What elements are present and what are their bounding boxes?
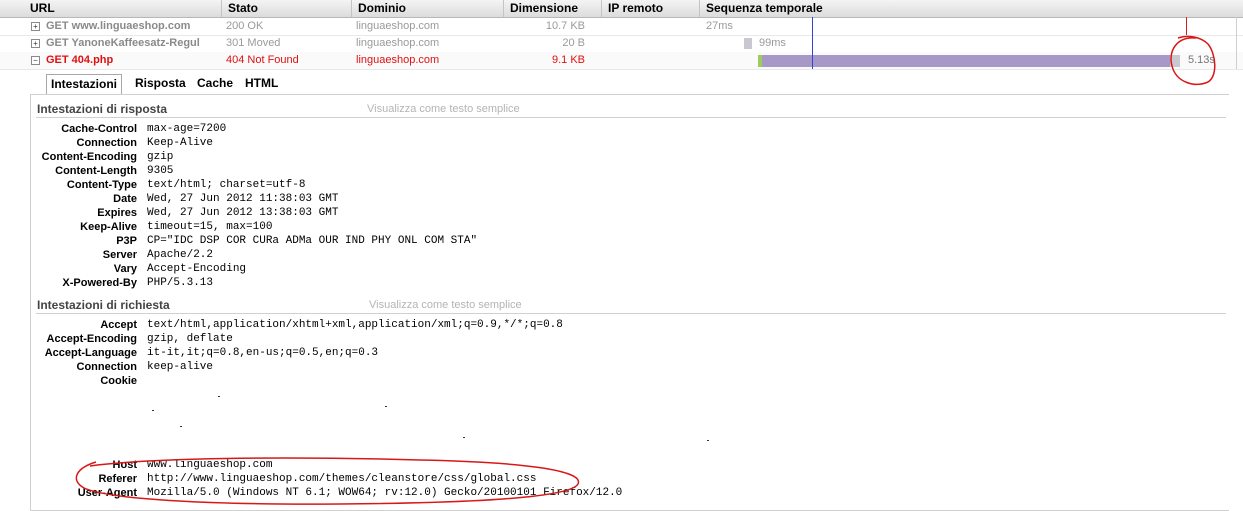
annotation-overlay bbox=[75, 35, 1216, 505]
annotation-circle-timing bbox=[1170, 35, 1216, 86]
annotation-ellipse-referer bbox=[75, 457, 580, 505]
